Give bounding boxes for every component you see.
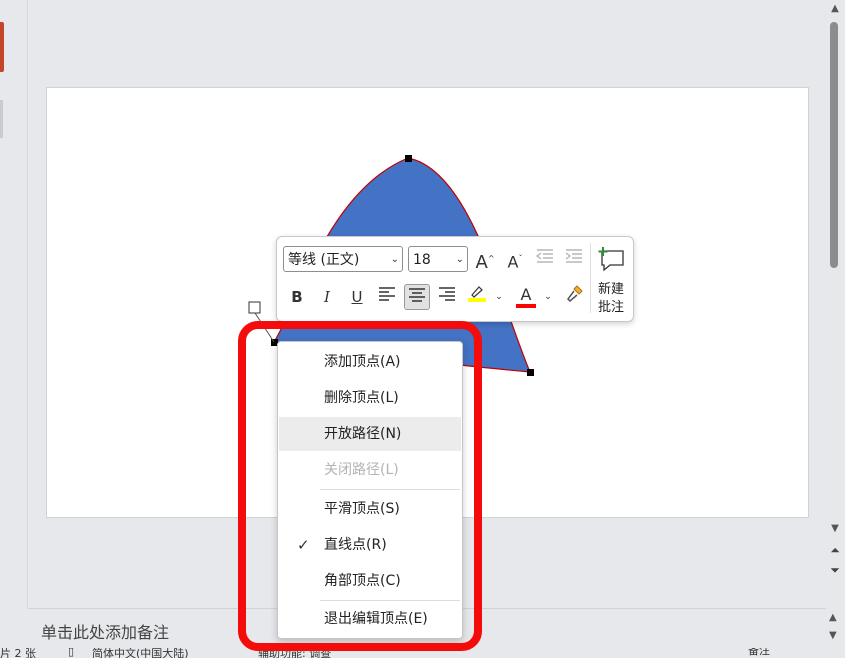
notes-placeholder[interactable]: 单击此处添加备注 [41,619,169,643]
new-comment-label-line2: 批注 [597,300,624,315]
grow-font-icon[interactable]: A^ [472,246,498,273]
align-right-icon[interactable] [434,284,460,310]
scroll-down-arrow-icon[interactable]: ▼ [829,522,841,536]
increase-indent-icon[interactable] [561,246,587,272]
slide-count: 片 2 张 [0,648,36,658]
scrollbar-thumb[interactable] [830,22,838,268]
notes-scrollbar[interactable]: ▲ ▼ [826,608,845,648]
language-indicator[interactable]: 简体中文(中国大陆) [92,648,189,658]
notes-scroll-up-icon[interactable]: ▲ [829,612,837,623]
annotation-highlight-box [238,321,482,651]
shrink-font-icon[interactable]: Aˇ [502,246,528,272]
new-comment-button[interactable]: 新建 批注 [591,243,631,315]
pane-divider[interactable] [27,0,28,608]
previous-slide-icon[interactable]: ⏶ [827,542,843,558]
align-left-icon[interactable] [374,284,400,310]
highlight-dropdown-icon[interactable]: ⌄ [494,284,504,310]
scroll-up-arrow-icon[interactable]: ▲ [829,2,841,16]
bold-icon[interactable]: B [284,284,310,310]
vertical-scrollbar[interactable]: ▲ ▼ ⏶ ⏷ [826,0,845,608]
slide-thumbnail-pane[interactable] [0,0,28,608]
format-painter-icon[interactable] [563,284,589,310]
highlight-color-icon[interactable] [464,284,490,310]
decrease-indent-icon[interactable] [532,246,558,272]
selected-slide-indicator [0,22,4,72]
font-size-select[interactable]: 18 ⌄ [408,246,468,272]
font-name-value: 等线 (正文) [288,252,360,268]
mini-toolbar: 等线 (正文) ⌄ 18 ⌄ A^ Aˇ B I U ⌄ A ⌄ 新建 批注 [276,236,634,322]
next-slide-icon[interactable]: ⏷ [827,562,843,578]
font-color-icon[interactable]: A [513,284,539,310]
notes-button-label: 备注 [748,648,770,657]
chevron-down-icon: ⌄ [455,254,464,265]
new-comment-icon [598,247,624,272]
new-comment-label-line1: 新建 [597,282,624,297]
font-color-dropdown-icon[interactable]: ⌄ [543,284,553,310]
font-name-select[interactable]: 等线 (正文) ⌄ [283,246,403,272]
font-color-label: A [520,285,532,304]
vertex-handle-top[interactable] [405,155,412,162]
font-size-value: 18 [413,252,431,268]
spell-check-icon[interactable]: ▯ [68,648,74,658]
vertex-handle-right[interactable] [527,369,534,376]
align-center-icon[interactable] [404,284,430,310]
slide-thumbnail-edge[interactable] [0,100,3,138]
bezier-control-handle[interactable] [248,301,261,314]
underline-icon[interactable]: U [344,284,370,310]
italic-icon[interactable]: I [314,284,340,310]
chevron-down-icon: ⌄ [390,254,399,265]
notes-scroll-down-icon[interactable]: ▼ [829,630,837,641]
